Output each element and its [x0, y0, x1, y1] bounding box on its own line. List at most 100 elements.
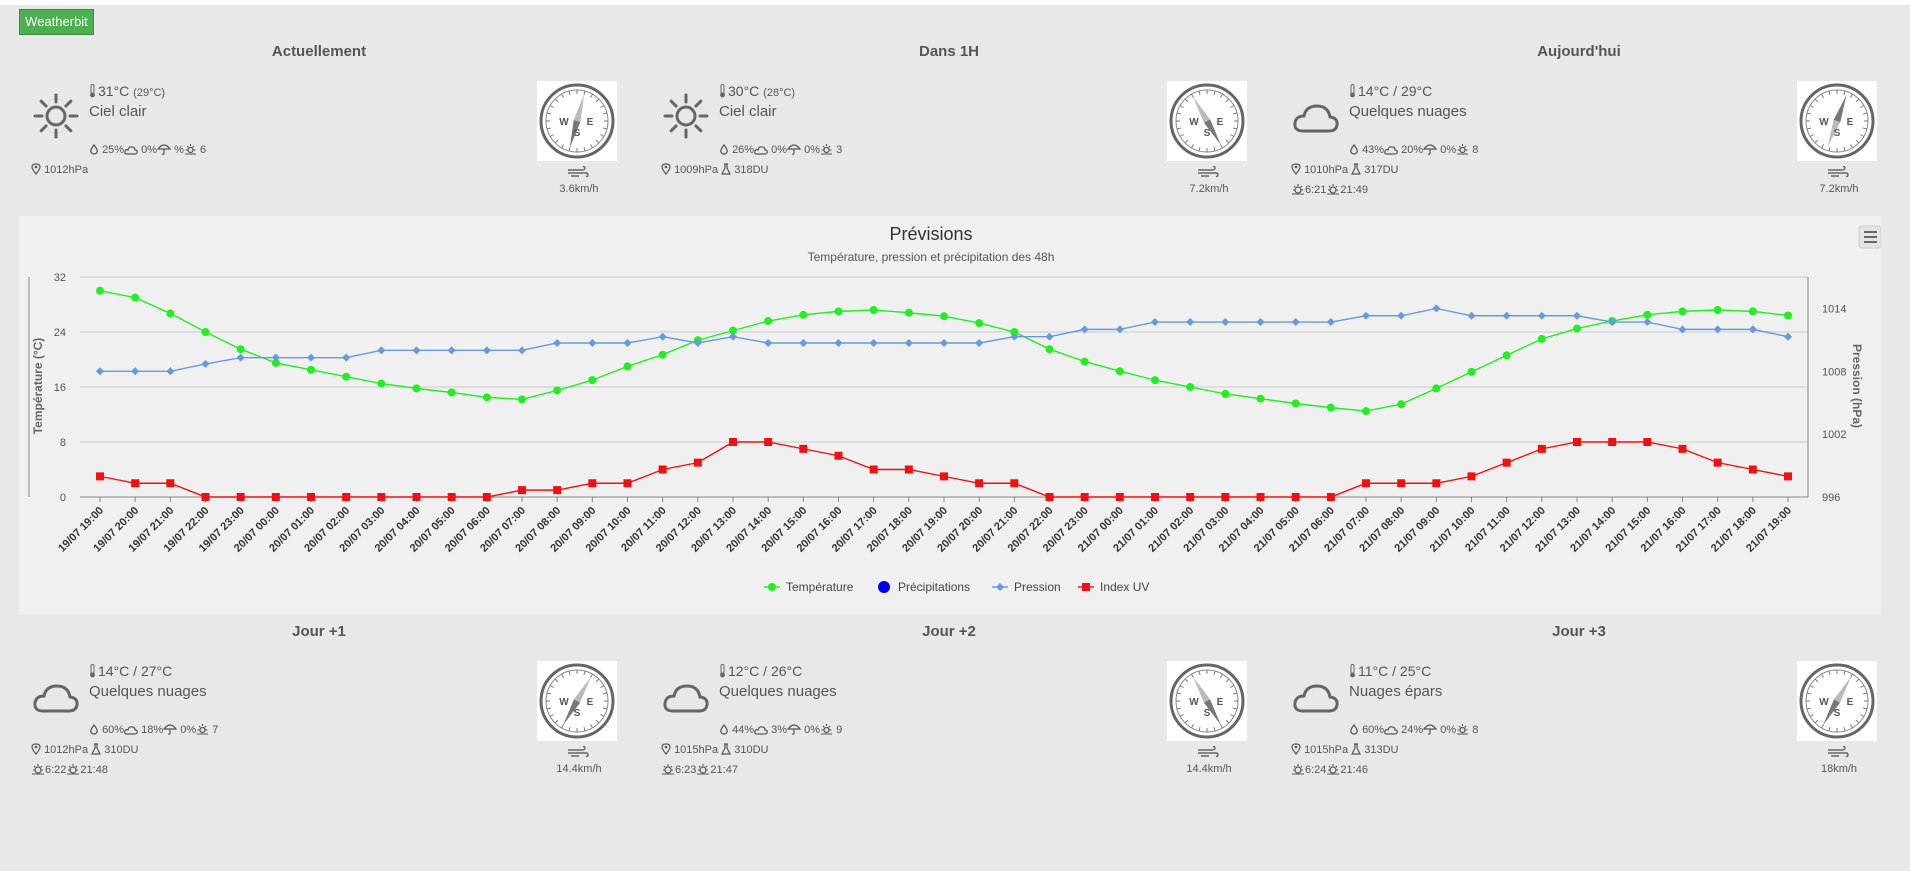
sunset-value: 21:48 — [80, 764, 108, 776]
temperature-point — [96, 286, 104, 295]
card-title: Actuellement — [271, 43, 367, 60]
legend-item[interactable]: Température — [764, 580, 854, 594]
wind-speed-value: 7.2km/h — [1819, 183, 1859, 195]
temperature-point — [1186, 383, 1195, 391]
chart-menu-icon[interactable] — [1858, 225, 1882, 249]
card-stats: 60% 24% 0% 8 — [1349, 723, 1478, 736]
legend-item[interactable]: Précipitations — [878, 580, 970, 594]
legend-item[interactable]: Index UV — [1078, 580, 1149, 594]
pressure-value: 1009hPa — [674, 164, 719, 176]
weather-card: Jour +3 11°C / 25°C Nuages épars 60% 24% 0… — [1279, 623, 1909, 783]
uv-icon — [820, 724, 833, 736]
uv-point — [1151, 493, 1159, 501]
humidity-icon — [1349, 724, 1359, 736]
temperature-point — [1502, 351, 1511, 360]
temperature-point — [1432, 384, 1441, 393]
temperature-point — [1678, 307, 1687, 316]
y-tick-right: 1014 — [1822, 303, 1846, 315]
temperature-point — [1045, 345, 1054, 354]
umbrella-icon — [787, 724, 802, 736]
y-tick-right: 996 — [1822, 492, 1840, 504]
compass-e-label: E — [1847, 697, 1854, 708]
temperature-point — [342, 372, 351, 381]
compass-w-label: W — [1189, 117, 1199, 128]
wind-icon — [567, 165, 589, 178]
temperature-point — [799, 310, 808, 319]
sunrise-icon — [1291, 764, 1305, 776]
y-axis-label-left: Température (°C) — [31, 338, 45, 435]
wind-speed-value: 14.4km/h — [556, 763, 602, 775]
legend-item[interactable]: Pression — [992, 580, 1061, 594]
sunrise-icon — [661, 764, 675, 776]
temperature-point — [1573, 324, 1581, 333]
uv-point — [1573, 438, 1581, 446]
clouds-icon — [124, 144, 138, 156]
card-pressure-row: 1012hPa — [31, 163, 88, 176]
uv-icon — [1456, 724, 1469, 736]
humidity-icon — [1349, 144, 1359, 156]
card-stats: 43% 20% 0% 8 — [1349, 143, 1478, 156]
pressure-value: 1015hPa — [674, 744, 719, 756]
card-title: Aujourd'hui — [1537, 43, 1621, 60]
uv-point — [377, 493, 386, 501]
uv-icon — [1456, 144, 1469, 156]
compass-icon: W ES — [537, 81, 617, 161]
temperature-point — [236, 345, 245, 354]
uv-point — [236, 493, 245, 501]
card-temperature: 30°C (28°C) — [719, 83, 795, 99]
sunrise-value: 6:22 — [45, 764, 67, 776]
temperature-point — [1221, 389, 1230, 398]
temperature-point — [1748, 307, 1757, 316]
clouds-value: 0% — [141, 144, 158, 156]
source-badge[interactable]: Weatherbit — [19, 9, 94, 35]
uv-point — [412, 493, 421, 501]
y-tick-left: 0 — [60, 492, 66, 504]
air-quality-value: 318DU — [734, 164, 769, 176]
wind-icon — [1827, 745, 1849, 758]
chart-title: Prévisions — [889, 224, 972, 244]
y-tick-left: 24 — [54, 327, 66, 339]
pressure-icon — [1291, 163, 1301, 176]
compass-s-label: S — [574, 708, 581, 719]
uv-point — [1326, 493, 1335, 501]
top-strip — [0, 0, 1910, 5]
wind-speed-value: 14.4km/h — [1186, 763, 1232, 775]
temperature-point — [1326, 403, 1335, 412]
uv-point — [1010, 479, 1019, 488]
pressure-icon — [31, 163, 41, 176]
temperature-point — [307, 365, 315, 374]
clouds-value: 20% — [1401, 144, 1424, 156]
card-pressure-row: 1015hPa 310DU — [661, 743, 768, 756]
legend-label: Température — [786, 580, 854, 594]
clouds-icon — [754, 144, 768, 156]
clouds-icon — [754, 724, 768, 736]
uv-point — [1397, 479, 1406, 488]
wind-speed-value: 18km/h — [1820, 763, 1858, 775]
pressure-icon — [31, 743, 41, 756]
clouds-icon — [1384, 144, 1398, 156]
weather-card: Actuellement 31°C (29°C) Ciel clair 25% 0%… — [19, 43, 649, 203]
temperature-value: 31°C — [98, 83, 130, 99]
uv-point — [1362, 479, 1370, 488]
temperature-point — [1080, 357, 1089, 366]
uv-point — [1115, 493, 1124, 501]
sunrise-icon — [31, 764, 45, 776]
card-title: Jour +3 — [1552, 623, 1606, 640]
temperature-point — [1713, 306, 1722, 314]
sunset-value: 21:49 — [1340, 184, 1368, 196]
temperature-point — [412, 384, 421, 393]
card-stats: 60% 18% 0% 7 — [89, 723, 218, 736]
compass-s-label: S — [1204, 708, 1211, 719]
temperature-point — [1467, 367, 1476, 376]
temperature-point — [1397, 400, 1406, 409]
legend-label: Pression — [1014, 580, 1061, 594]
temperature-point — [201, 328, 210, 336]
sunset-icon — [696, 764, 710, 776]
temperature-value: 14°C / 29°C — [1358, 83, 1433, 99]
compass-s-label: S — [574, 128, 581, 139]
pressure-icon — [1291, 743, 1301, 756]
uv-point — [1291, 493, 1300, 501]
sunset-icon — [1326, 764, 1340, 776]
clouds-value: 3% — [771, 724, 788, 736]
uv-point — [1502, 458, 1511, 467]
